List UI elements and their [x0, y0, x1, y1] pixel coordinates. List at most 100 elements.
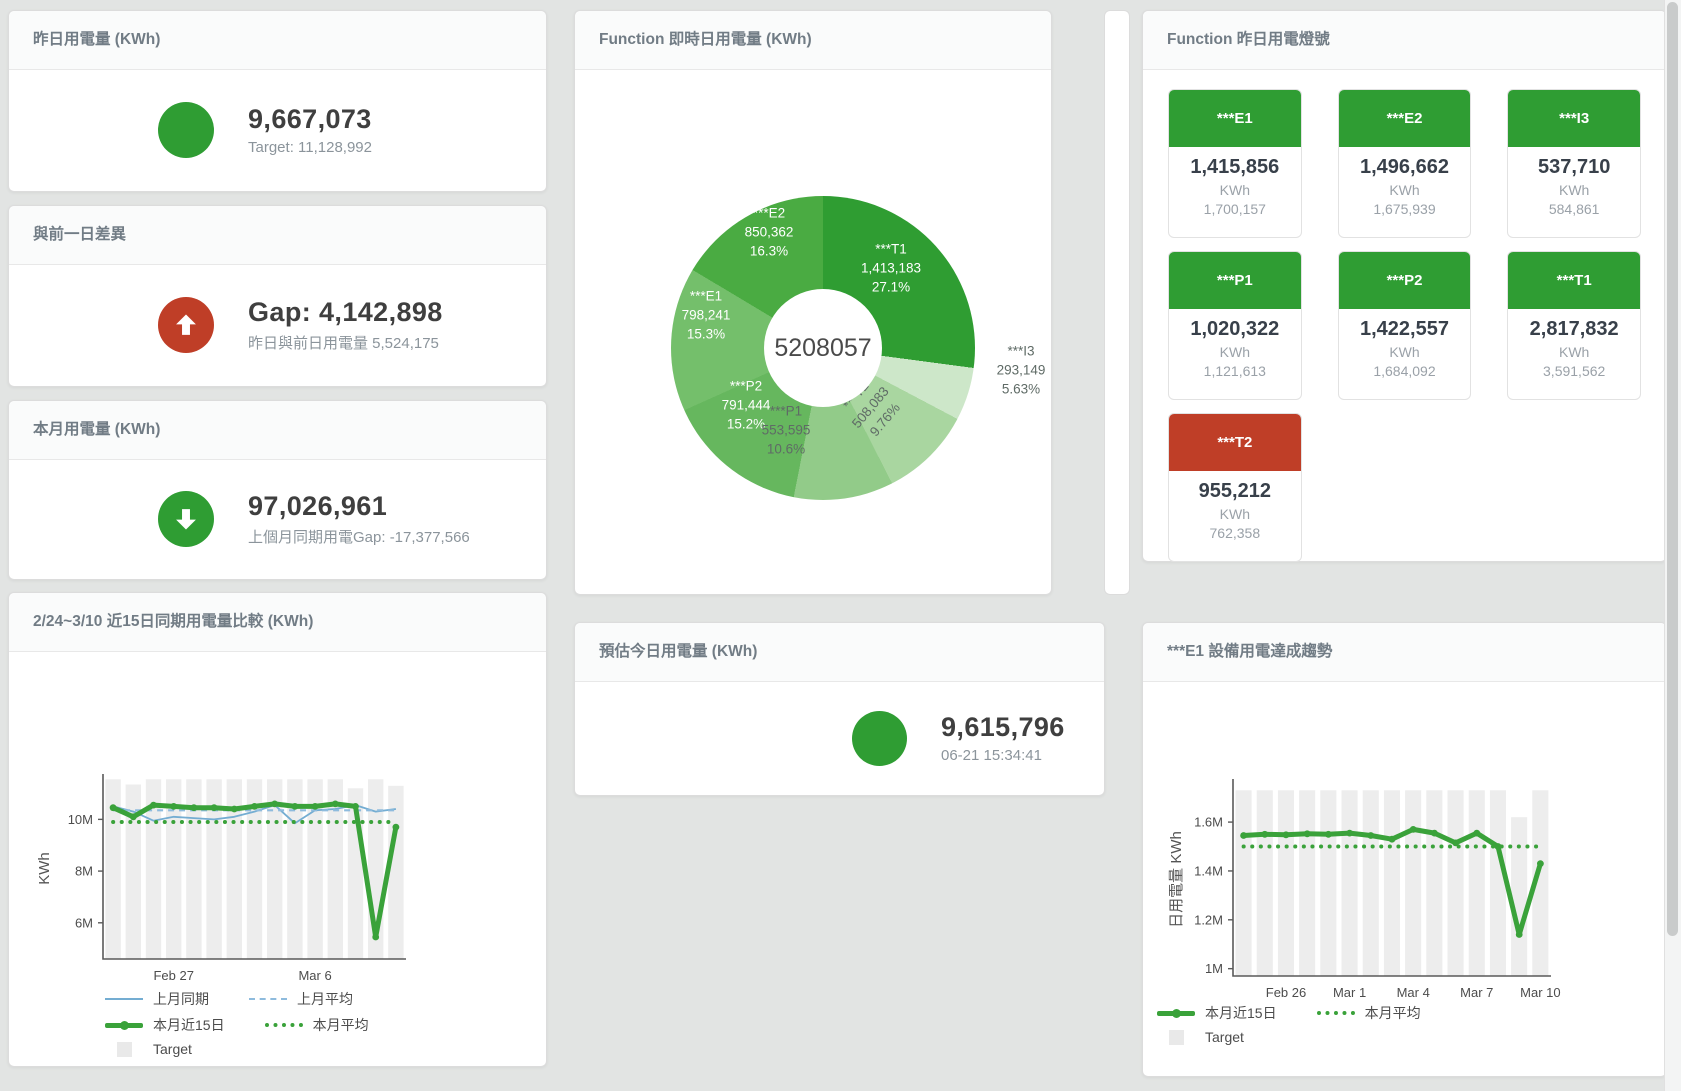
- tile-target: 584,861: [1508, 201, 1640, 217]
- line-swatch-green-dotted: [1317, 1011, 1355, 1015]
- card-day-gap: 與前一日差異 Gap: 4,142,898 昨日與前日用電量 5,524,175: [8, 205, 547, 387]
- month-usage-gap: 上個月同期用電Gap: -17,377,566: [248, 526, 470, 547]
- light-tile-i3: ***I3 537,710 KWh 584,861: [1507, 89, 1641, 238]
- legend-label: 上月同期: [153, 989, 209, 1009]
- legend-label: 本月近15日: [153, 1015, 225, 1035]
- light-tile-t2: ***T2 955,212 KWh 762,358: [1168, 413, 1302, 562]
- light-tile-e1: ***E1 1,415,856 KWh 1,700,157: [1168, 89, 1302, 238]
- line-swatch-green-thick: [1157, 1011, 1195, 1016]
- tile-header: ***P1: [1169, 252, 1301, 309]
- svg-text:Mar 10: Mar 10: [1520, 985, 1560, 1000]
- status-circle-green: [158, 491, 214, 547]
- tile-value: 1,422,557: [1339, 318, 1471, 341]
- line-swatch-blue-dashed: [249, 998, 287, 1000]
- card-title: 昨日用電量 (KWh): [9, 11, 546, 70]
- line-swatch-blue-solid: [105, 998, 143, 1000]
- donut-label-e1: ***E1798,24115.3%: [682, 288, 731, 345]
- card-yesterday-lights: Function 昨日用電燈號 ***E1 1,415,856 KWh 1,70…: [1142, 10, 1667, 562]
- day-gap-subtitle: 昨日與前日用電量 5,524,175: [248, 332, 443, 353]
- lights-tile-grid: ***E1 1,415,856 KWh 1,700,157 ***E2 1,49…: [1168, 89, 1641, 562]
- line-swatch-green-dotted: [265, 1023, 303, 1027]
- card-title: Function 即時日用電量 (KWh): [575, 11, 1051, 70]
- card-title: Function 昨日用電燈號: [1143, 11, 1666, 70]
- tile-target: 1,675,939: [1339, 201, 1471, 217]
- light-tile-p1: ***P1 1,020,322 KWh 1,121,613: [1168, 251, 1302, 400]
- trend-chart-legend: 本月近15日 本月平均 Target: [1157, 1003, 1421, 1045]
- tile-unit: KWh: [1169, 344, 1301, 360]
- legend-label: 本月平均: [1365, 1003, 1421, 1023]
- legend-label: 上月平均: [297, 989, 353, 1009]
- tile-unit: KWh: [1169, 182, 1301, 198]
- tile-unit: KWh: [1339, 344, 1471, 360]
- tile-value: 2,817,832: [1508, 318, 1640, 341]
- tile-value: 955,212: [1169, 480, 1301, 503]
- card-today-estimate: 預估今日用電量 (KWh) 9,615,796 06-21 15:34:41: [574, 622, 1105, 796]
- tile-value: 1,415,856: [1169, 156, 1301, 179]
- legend-item-target[interactable]: Target: [105, 1041, 192, 1057]
- svg-text:1.2M: 1.2M: [1194, 912, 1223, 927]
- month-usage-value: 97,026,961: [248, 491, 470, 522]
- legend-item-last-month-avg[interactable]: 上月平均: [249, 989, 353, 1009]
- tile-target: 1,684,092: [1339, 363, 1471, 379]
- status-circle-red: [158, 297, 214, 353]
- light-tile-t1: ***T1 2,817,832 KWh 3,591,562: [1507, 251, 1641, 400]
- legend-label: 本月平均: [313, 1015, 369, 1035]
- tile-header: ***P2: [1339, 252, 1471, 309]
- tile-target: 762,358: [1169, 525, 1301, 541]
- light-tile-p2: ***P2 1,422,557 KWh 1,684,092: [1338, 251, 1472, 400]
- legend-item-this-month[interactable]: 本月近15日: [105, 1015, 225, 1035]
- svg-text:6M: 6M: [75, 915, 93, 930]
- arrow-down-icon: [172, 505, 200, 533]
- svg-text:日用電量 KWh: 日用電量 KWh: [1168, 831, 1185, 928]
- estimate-value: 9,615,796: [941, 712, 1065, 743]
- svg-text:10M: 10M: [68, 812, 93, 827]
- tile-value: 1,020,322: [1169, 318, 1301, 341]
- scrollbar-thumb[interactable]: [1667, 2, 1678, 936]
- tile-header: ***E1: [1169, 90, 1301, 147]
- realtime-usage-donut[interactable]: ***E2850,36216.3% ***T11,413,18327.1% **…: [671, 196, 975, 500]
- donut-hole: 5208057: [764, 289, 882, 407]
- tile-unit: KWh: [1508, 344, 1640, 360]
- svg-text:Mar 6: Mar 6: [298, 968, 331, 983]
- tile-header: ***T1: [1508, 252, 1640, 309]
- tile-value: 537,710: [1508, 156, 1640, 179]
- tile-target: 1,700,157: [1169, 201, 1301, 217]
- tile-unit: KWh: [1169, 506, 1301, 522]
- tile-unit: KWh: [1339, 182, 1471, 198]
- svg-text:Mar 7: Mar 7: [1460, 985, 1493, 1000]
- legend-item-this-month-avg[interactable]: 本月平均: [1317, 1003, 1421, 1023]
- arrow-up-icon: [172, 311, 200, 339]
- compare-chart-legend: 上月同期 上月平均 本月近15日 本月平均 Target: [105, 989, 369, 1057]
- card-realtime-donut: Function 即時日用電量 (KWh) ***E2850,36216.3% …: [574, 10, 1052, 595]
- clipped-card-edge: [1104, 10, 1130, 595]
- legend-label: Target: [153, 1041, 192, 1057]
- legend-item-this-month[interactable]: 本月近15日: [1157, 1003, 1277, 1023]
- card-title: 預估今日用電量 (KWh): [575, 623, 1104, 682]
- estimate-timestamp: 06-21 15:34:41: [941, 747, 1065, 764]
- donut-label-p1: ***P1553,59510.6%: [762, 403, 811, 460]
- card-title: 本月用電量 (KWh): [9, 401, 546, 460]
- legend-item-last-month[interactable]: 上月同期: [105, 989, 209, 1009]
- tile-target: 1,121,613: [1169, 363, 1301, 379]
- donut-label-t1: ***T11,413,18327.1%: [861, 241, 921, 298]
- svg-text:Mar 4: Mar 4: [1397, 985, 1430, 1000]
- yesterday-usage-value: 9,667,073: [248, 104, 372, 135]
- page-scrollbar[interactable]: [1664, 0, 1681, 1091]
- svg-text:Feb 27: Feb 27: [153, 968, 193, 983]
- svg-text:1.6M: 1.6M: [1194, 815, 1223, 830]
- legend-item-target[interactable]: Target: [1157, 1029, 1244, 1045]
- svg-text:1M: 1M: [1205, 961, 1223, 976]
- legend-label: Target: [1205, 1029, 1244, 1045]
- light-tile-e2: ***E2 1,496,662 KWh 1,675,939: [1338, 89, 1472, 238]
- card-title: 與前一日差異: [9, 206, 546, 265]
- card-month-usage: 本月用電量 (KWh) 97,026,961 上個月同期用電Gap: -17,3…: [8, 400, 547, 580]
- yesterday-usage-target: Target: 11,128,992: [248, 139, 372, 156]
- status-circle-green: [158, 102, 214, 158]
- tile-header: ***T2: [1169, 414, 1301, 471]
- day-gap-value: Gap: 4,142,898: [248, 297, 443, 328]
- svg-text:KWh: KWh: [36, 852, 53, 885]
- legend-label: 本月近15日: [1205, 1003, 1277, 1023]
- target-swatch: [117, 1042, 132, 1057]
- donut-label-i3: ***I3293,1495.63%: [997, 343, 1046, 400]
- legend-item-this-month-avg[interactable]: 本月平均: [265, 1015, 369, 1035]
